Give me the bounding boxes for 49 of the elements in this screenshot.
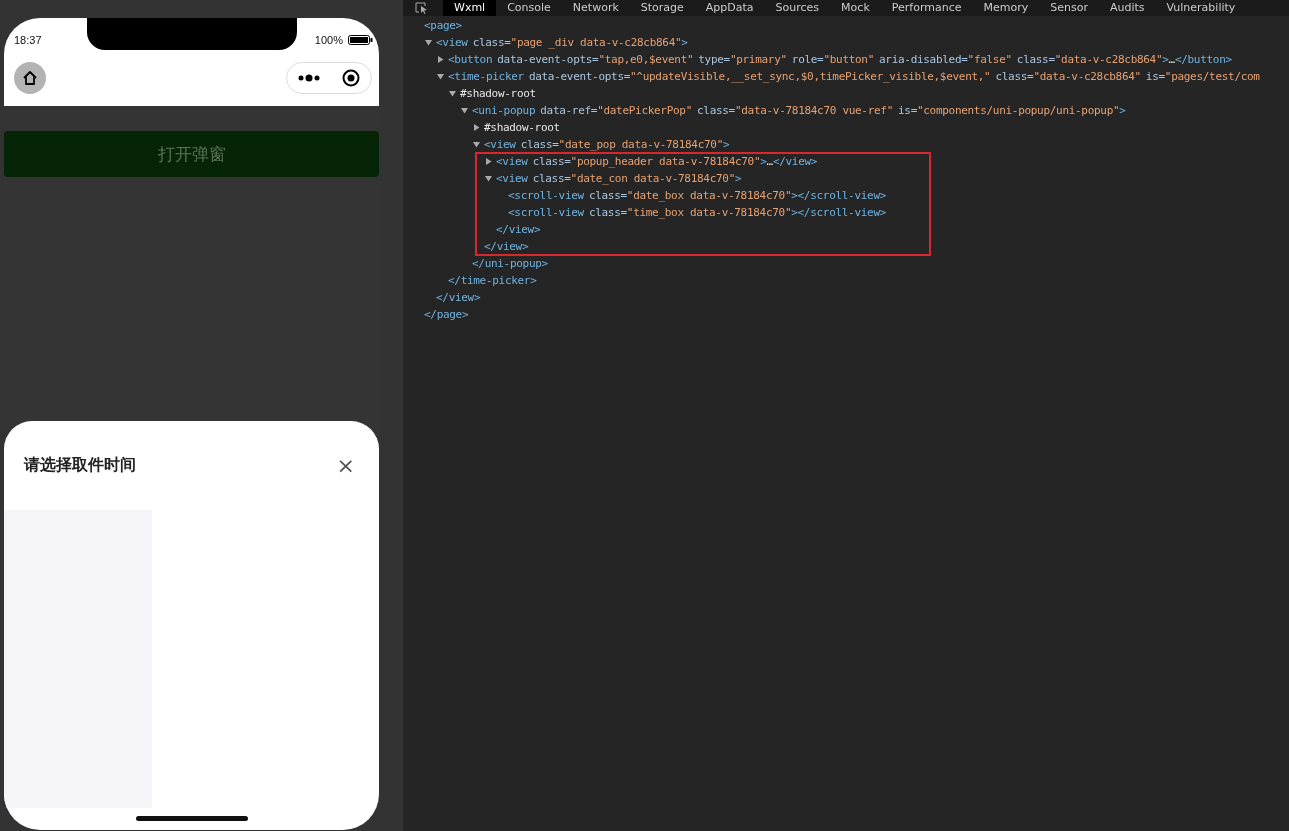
devtools-tab[interactable]: Performance [880, 0, 973, 16]
dom-node-code[interactable]: <uni-popup data-ref="datePickerPop" class="data-v-78184c70 vue-ref" is="components/uni-popup/uni-popup"> [472, 104, 1126, 117]
dom-node-code[interactable]: <scroll-view class="time_box data-v-78184c70"></scroll-view> [508, 206, 887, 219]
dom-node-code[interactable]: <view class="date_pop data-v-78184c70"> [484, 138, 730, 151]
devtools-tab[interactable]: Sources [764, 0, 831, 16]
dom-node-code[interactable]: #shadow-root [460, 87, 536, 100]
tree-toggle-icon[interactable] [437, 73, 444, 80]
home-icon [22, 70, 38, 86]
dom-node-code[interactable]: <view class="page _div data-v-c28cb864"> [436, 36, 688, 49]
battery-percent: 100% [314, 34, 343, 46]
devtools-tab[interactable]: Network [561, 0, 630, 16]
status-time: 18:37 [14, 34, 42, 46]
dom-node-code[interactable]: <view class="date_con data-v-78184c70"> [496, 172, 742, 185]
devtools-tab[interactable]: Sensor [1039, 0, 1099, 16]
dom-node-code[interactable]: <button data-event-opts="tap,e0,$event" type="primary" role="button" aria-disabled="false" class="data-v-c28cb864">…</button> [448, 53, 1232, 66]
dom-node-code[interactable]: </uni-popup> [472, 257, 548, 270]
dom-node-code[interactable]: </page> [424, 308, 469, 321]
devtools-tab[interactable]: Console [496, 0, 562, 16]
dom-node-code[interactable]: </view> [496, 223, 541, 236]
devtools-tab[interactable]: Mock [830, 0, 881, 16]
dom-node-code[interactable]: #shadow-root [484, 121, 560, 134]
tree-toggle-icon[interactable] [461, 107, 468, 114]
tree-toggle-icon[interactable] [425, 39, 432, 46]
dom-node-code[interactable]: </view> [484, 240, 529, 253]
devtools-tab[interactable]: Vulnerability [1155, 0, 1247, 16]
tree-toggle-icon[interactable] [485, 175, 492, 182]
inspect-cursor-icon[interactable] [415, 2, 429, 14]
dom-node-code[interactable]: <scroll-view class="date_box data-v-78184c70"></scroll-view> [508, 189, 887, 202]
devtools-tab[interactable]: Storage [629, 0, 695, 16]
tree-toggle-icon[interactable] [473, 141, 480, 148]
dom-node-code[interactable]: </time-picker> [448, 274, 537, 287]
dom-node-code[interactable]: </view> [436, 291, 481, 304]
tree-toggle-icon[interactable] [485, 158, 492, 165]
more-icon[interactable] [298, 74, 321, 82]
dom-node-code[interactable]: <time-picker data-event-opts="^updateVisible,__set_sync,$0,timePicker_visible,$event," class="data-v-c28cb864" is="pages/test/com [448, 70, 1260, 83]
dom-node-code[interactable]: <view class="popup_header data-v-78184c70">…</view> [496, 155, 818, 168]
dom-node-code[interactable]: <page> [424, 19, 462, 32]
close-target-icon[interactable] [341, 69, 360, 87]
popup-title: 请选择取件时间 [24, 455, 136, 476]
tree-toggle-icon[interactable] [473, 124, 480, 131]
tree-toggle-icon[interactable] [437, 56, 444, 63]
devtools-tab[interactable]: Wxml [443, 0, 497, 16]
close-button[interactable]: × [336, 453, 355, 478]
tree-toggle-icon[interactable] [449, 90, 456, 97]
devtools-tab[interactable]: AppData [694, 0, 765, 16]
battery-icon [348, 35, 373, 45]
devtools-tab[interactable]: Memory [972, 0, 1040, 16]
home-button[interactable] [14, 62, 46, 94]
devtools-tab[interactable]: Audits [1098, 0, 1156, 16]
